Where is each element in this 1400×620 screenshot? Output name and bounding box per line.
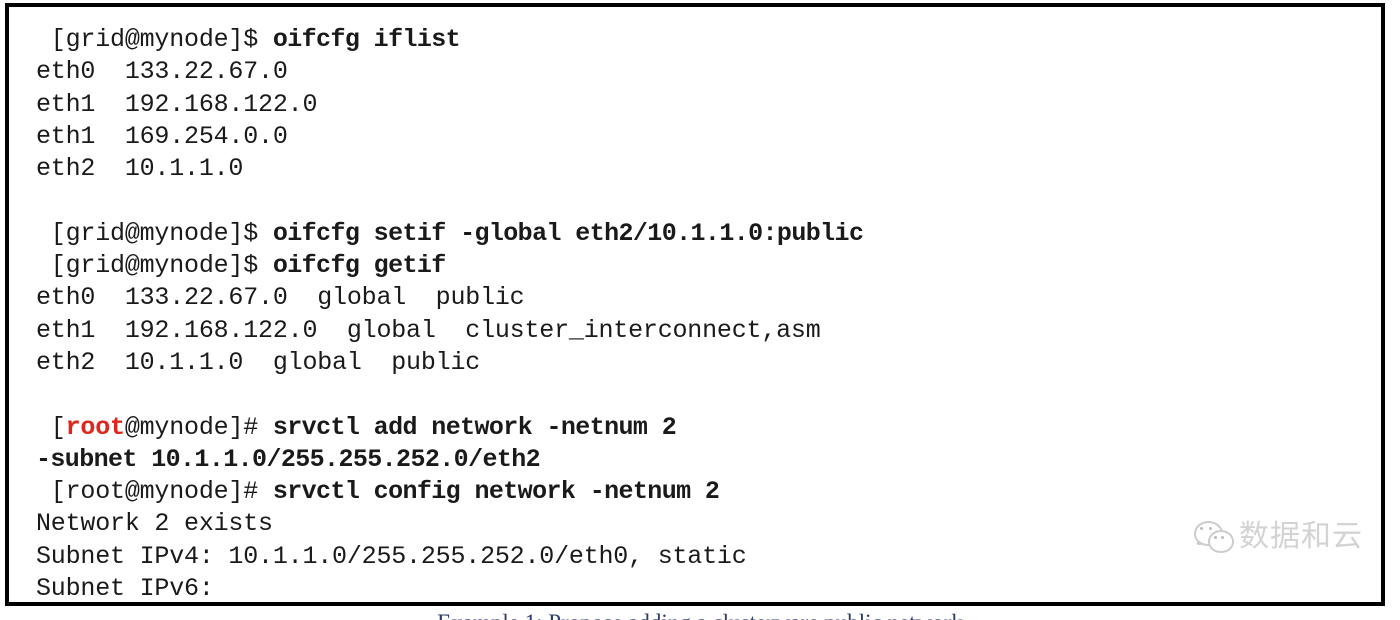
terminal-window: [grid@mynode]$ oifcfg iflist eth0 133.22.… (5, 3, 1385, 606)
terminal-command-line: [grid@mynode]$ oifcfg setif -global eth2… (36, 218, 1375, 250)
output-text: eth0 133.22.67.0 (36, 57, 288, 87)
output-text: eth2 10.1.1.0 (36, 154, 244, 184)
terminal-command-line: [grid@mynode]$ oifcfg getif (36, 250, 1375, 282)
terminal-output-line: eth2 10.1.1.0 global public (36, 347, 1375, 379)
output-text: eth2 10.1.1.0 global public (36, 347, 481, 377)
shell-command: oifcfg setif -global eth2/10.1.1.0:publi… (272, 218, 864, 248)
terminal-output-line: eth0 133.22.67.0 (36, 56, 1375, 88)
shell-prompt: @mynode]# (124, 412, 273, 442)
terminal-output-line: eth1 169.254.0.0 (36, 121, 1375, 153)
output-text: Subnet IPv4: 10.1.1.0/255.255.252.0/eth0… (36, 541, 747, 571)
watermark-text: 数据和云 (1239, 518, 1363, 554)
root-user-label: root (65, 412, 125, 442)
terminal-output-line: Subnet IPv4: 10.1.1.0/255.255.252.0/eth0… (36, 541, 1375, 573)
terminal-command-continuation: -subnet 10.1.1.0/255.255.252.0/eth2 (36, 444, 1375, 476)
shell-command: -subnet 10.1.1.0/255.255.252.0/eth2 (36, 444, 541, 474)
shell-prompt: [grid@mynode]$ (36, 25, 273, 54)
terminal-output-line: Subnet IPv6: (36, 573, 1375, 604)
shell-command: oifcfg getif (272, 251, 446, 281)
output-text: eth1 169.254.0.0 (36, 121, 288, 151)
terminal-command-line: [grid@mynode]$ oifcfg iflist (36, 24, 1375, 56)
shell-command: oifcfg iflist (272, 25, 461, 54)
shell-prompt: [root@mynode]# (36, 477, 273, 507)
terminal-output-line: eth0 133.22.67.0 global public (36, 282, 1375, 314)
terminal-output-line: eth1 192.168.122.0 global cluster_interc… (36, 315, 1375, 347)
output-text: eth1 192.168.122.0 global cluster_interc… (36, 315, 821, 345)
shell-command: srvctl add network -netnum 2 (272, 412, 677, 442)
shell-prompt: [grid@mynode]$ (36, 218, 273, 248)
terminal-command-line: [root@mynode]# srvctl add network -netnu… (36, 412, 1375, 444)
shell-command: srvctl config network -netnum 2 (272, 477, 720, 507)
terminal-command-line: [root@mynode]# srvctl config network -ne… (36, 476, 1375, 508)
watermark: 数据和云 (1194, 518, 1363, 554)
output-text: eth1 192.168.122.0 (36, 89, 318, 119)
wechat-speech-bubbles-icon (1194, 521, 1234, 553)
output-text: Network 2 exists (36, 509, 273, 539)
terminal-output-line: eth1 192.168.122.0 (36, 89, 1375, 121)
shell-prompt: [ (36, 412, 66, 442)
output-text: eth0 133.22.67.0 global public (36, 283, 525, 313)
terminal-output-area: [grid@mynode]$ oifcfg iflist eth0 133.22.… (36, 24, 1375, 602)
terminal-output-line: Network 2 exists (36, 508, 1375, 540)
figure-caption: Example 1: Propose adding a clusterware … (0, 610, 1400, 620)
terminal-output-line: eth2 10.1.1.0 (36, 153, 1375, 185)
output-text: Subnet IPv6: (36, 574, 214, 604)
shell-prompt: [grid@mynode]$ (36, 251, 273, 281)
